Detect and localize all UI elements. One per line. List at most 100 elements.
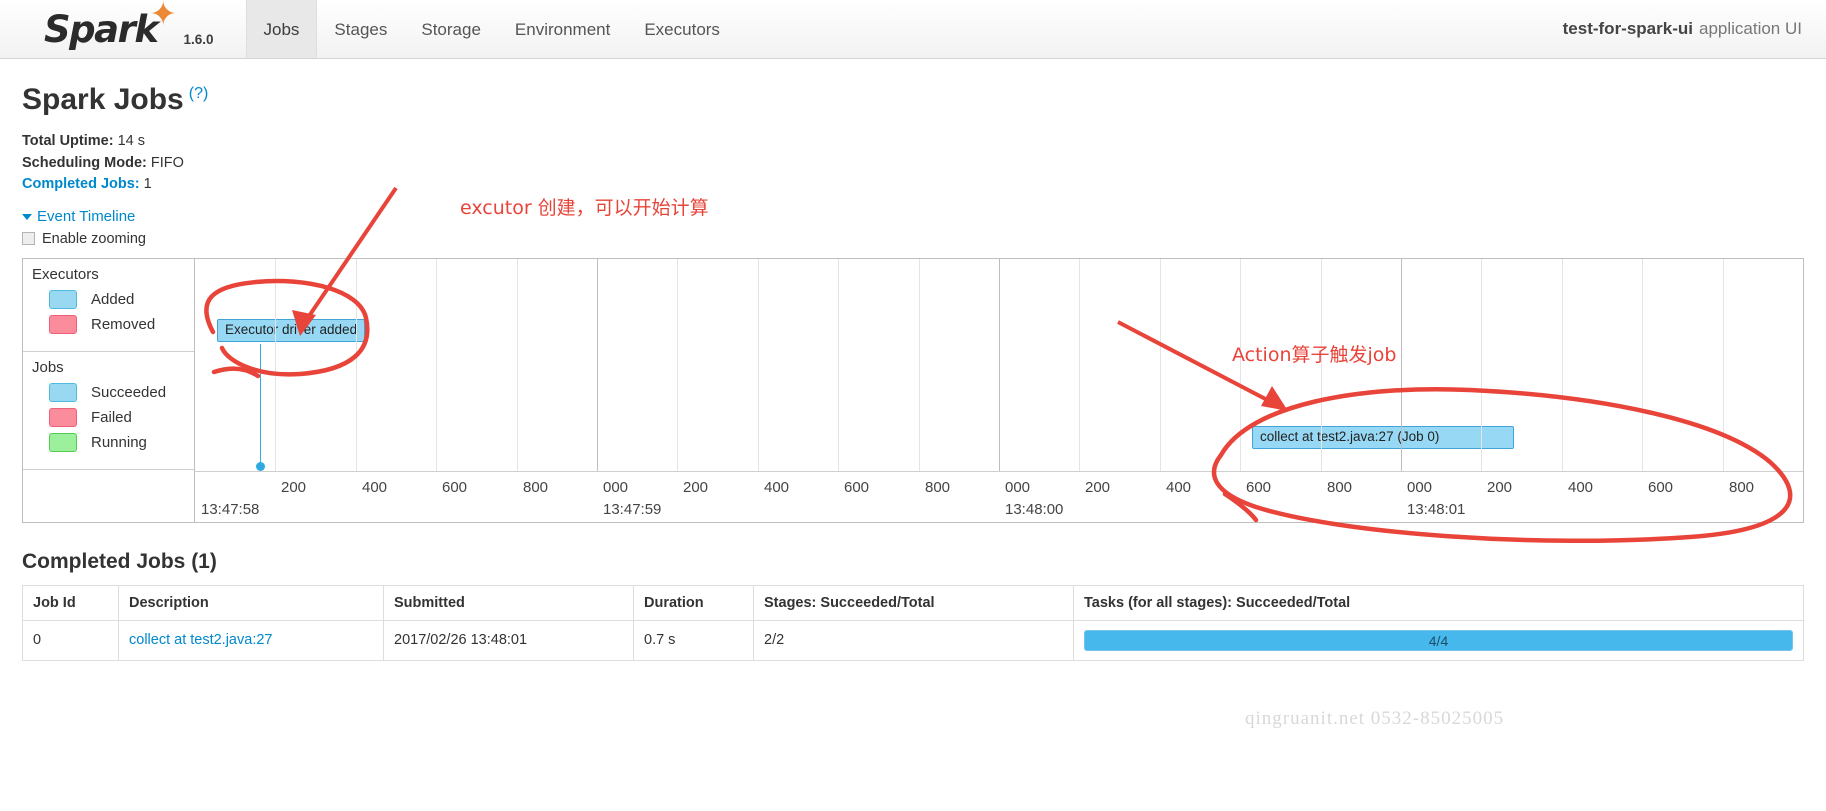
tab-stages[interactable]: Stages xyxy=(317,0,404,58)
timeline-gridline-minor xyxy=(275,258,276,471)
swatch-added-icon xyxy=(49,290,77,310)
timeline-tick-label: 400 xyxy=(764,478,790,496)
summary-uptime-label: Total Uptime: xyxy=(22,133,114,149)
legend-executors-header: Executors xyxy=(32,265,99,283)
timeline-gridline-minor xyxy=(356,258,357,471)
cell-duration: 0.7 s xyxy=(633,619,754,661)
spark-version-label: 1.6.0 xyxy=(183,32,214,47)
timeline-gridline-major xyxy=(597,258,598,471)
caret-down-icon xyxy=(22,213,32,220)
page-title-text: Spark Jobs xyxy=(22,83,184,116)
spark-star-icon: ✦ xyxy=(149,0,177,33)
enable-zooming-row: Enable zooming xyxy=(22,231,1804,247)
col-submitted[interactable]: Submitted xyxy=(383,584,634,621)
timeline-gridline-major xyxy=(999,258,1000,471)
timeline-tick-label: 200 xyxy=(281,478,307,496)
col-stages[interactable]: Stages: Succeeded/Total xyxy=(753,584,1074,621)
col-job-id[interactable]: Job Id xyxy=(22,584,119,621)
tab-jobs[interactable]: Jobs xyxy=(245,0,318,58)
timeline-gridline-minor xyxy=(1160,258,1161,471)
timeline-tick-label: 800 xyxy=(1327,478,1353,496)
completed-jobs-link[interactable]: Completed Jobs: xyxy=(22,176,140,192)
timeline-gridline-minor xyxy=(436,258,437,471)
legend-group-executors: Executors Added Removed xyxy=(23,259,194,352)
timeline-gridline-minor xyxy=(838,258,839,471)
event-timeline-toggle[interactable]: Event Timeline xyxy=(22,209,1804,224)
summary-scheduling-label: Scheduling Mode: xyxy=(22,154,147,171)
timeline-event-job-collect[interactable]: collect at test2.java:27 (Job 0) xyxy=(1252,425,1514,450)
job-description-link[interactable]: collect at test2.java:27 xyxy=(129,632,272,648)
cell-description: collect at test2.java:27 xyxy=(118,619,384,661)
cell-tasks: 4/4 xyxy=(1073,619,1804,661)
tab-environment[interactable]: Environment xyxy=(498,0,627,58)
summary-scheduling-value: FIFO xyxy=(150,154,184,171)
legend-group-jobs: Jobs Succeeded Failed Running xyxy=(23,352,194,470)
timeline-gridline-minor xyxy=(1723,258,1724,471)
application-title-suffix: application UI xyxy=(1698,19,1802,38)
event-timeline[interactable]: Executors Added Removed Jobs Succeeded F… xyxy=(22,257,1804,523)
executor-event-stem xyxy=(260,343,261,464)
timeline-gridline-minor xyxy=(758,258,759,471)
legend-item-removed: Removed xyxy=(23,315,194,335)
col-tasks[interactable]: Tasks (for all stages): Succeeded/Total xyxy=(1073,584,1804,621)
tasks-progress-bar: 4/4 xyxy=(1084,629,1793,651)
timeline-tick-label: 800 xyxy=(1729,478,1755,496)
timeline-gridline-minor xyxy=(1240,258,1241,471)
spark-ui-page: Spark ✦ 1.6.0 Jobs Stages Storage Enviro… xyxy=(0,0,1826,811)
timeline-second-label: 13:47:58 xyxy=(201,500,260,518)
timeline-tick-label: 600 xyxy=(1246,478,1272,496)
enable-zooming-checkbox[interactable] xyxy=(22,232,35,245)
timeline-tick-label: 000 xyxy=(1005,478,1031,496)
timeline-gridline-minor xyxy=(1562,258,1563,471)
legend-item-running: Running xyxy=(23,433,194,453)
help-icon[interactable]: (?) xyxy=(189,85,209,102)
legend-label-running: Running xyxy=(91,434,147,452)
page-title: Spark Jobs (?) xyxy=(22,85,1804,115)
completed-jobs-count: 1 xyxy=(143,176,152,192)
timeline-tick-label: 000 xyxy=(603,478,629,496)
navbar: Spark ✦ 1.6.0 Jobs Stages Storage Enviro… xyxy=(0,0,1826,59)
timeline-tick-label: 000 xyxy=(1407,478,1433,496)
completed-jobs-title: Completed Jobs (1) xyxy=(22,549,217,573)
spark-logo-link[interactable]: Spark ✦ 1.6.0 xyxy=(0,0,224,58)
timeline-axis-separator xyxy=(195,470,1803,472)
swatch-removed-icon xyxy=(49,315,77,335)
timeline-tick-label: 400 xyxy=(1568,478,1594,496)
summary-scheduling-mode: Scheduling Mode: FIFO xyxy=(22,153,1804,175)
timeline-second-label: 13:48:01 xyxy=(1407,500,1466,518)
timeline-canvas[interactable]: Executor driver added collect at test2.j… xyxy=(195,258,1803,522)
timeline-tick-label: 600 xyxy=(844,478,870,496)
table-header-row: Job Id Description Submitted Duration St… xyxy=(22,584,1804,621)
timeline-gridline-minor xyxy=(919,258,920,471)
timeline-tick-label: 400 xyxy=(362,478,388,496)
timeline-legend: Executors Added Removed Jobs Succeeded F… xyxy=(23,258,195,522)
timeline-gridline-minor xyxy=(677,258,678,471)
timeline-tick-label: 400 xyxy=(1166,478,1192,496)
timeline-event-executor-added[interactable]: Executor driver added xyxy=(217,318,366,343)
legend-label-removed: Removed xyxy=(91,316,156,334)
tab-executors[interactable]: Executors xyxy=(627,0,737,58)
timeline-tick-label: 200 xyxy=(1487,478,1513,496)
cell-submitted: 2017/02/26 13:48:01 xyxy=(383,619,634,661)
legend-jobs-header: Jobs xyxy=(32,358,64,376)
timeline-gridline-major xyxy=(1401,258,1402,471)
completed-jobs-table: Job Id Description Submitted Duration St… xyxy=(22,584,1804,661)
col-description[interactable]: Description xyxy=(118,584,384,621)
enable-zooming-label: Enable zooming xyxy=(42,230,146,247)
timeline-tick-label: 800 xyxy=(523,478,549,496)
summary-uptime: Total Uptime: 14 s xyxy=(22,131,1804,153)
swatch-running-icon xyxy=(49,433,77,453)
tasks-progress-label: 4/4 xyxy=(1428,632,1449,649)
site-watermark: qingruanit.net 0532-85025005 xyxy=(1245,708,1505,729)
legend-label-added: Added xyxy=(91,291,135,309)
col-duration[interactable]: Duration xyxy=(633,584,754,621)
job-summary: Total Uptime: 14 s Scheduling Mode: FIFO… xyxy=(22,131,1804,196)
application-title: test-for-spark-ui application UI xyxy=(1563,0,1826,58)
table-row: 0 collect at test2.java:27 2017/02/26 13… xyxy=(22,619,1804,661)
legend-item-failed: Failed xyxy=(23,408,194,428)
tab-storage[interactable]: Storage xyxy=(404,0,498,58)
timeline-second-label: 13:47:59 xyxy=(603,500,662,518)
legend-label-succeeded: Succeeded xyxy=(91,384,167,402)
nav-tabs: Jobs Stages Storage Environment Executor… xyxy=(245,0,737,58)
swatch-failed-icon xyxy=(49,408,77,428)
